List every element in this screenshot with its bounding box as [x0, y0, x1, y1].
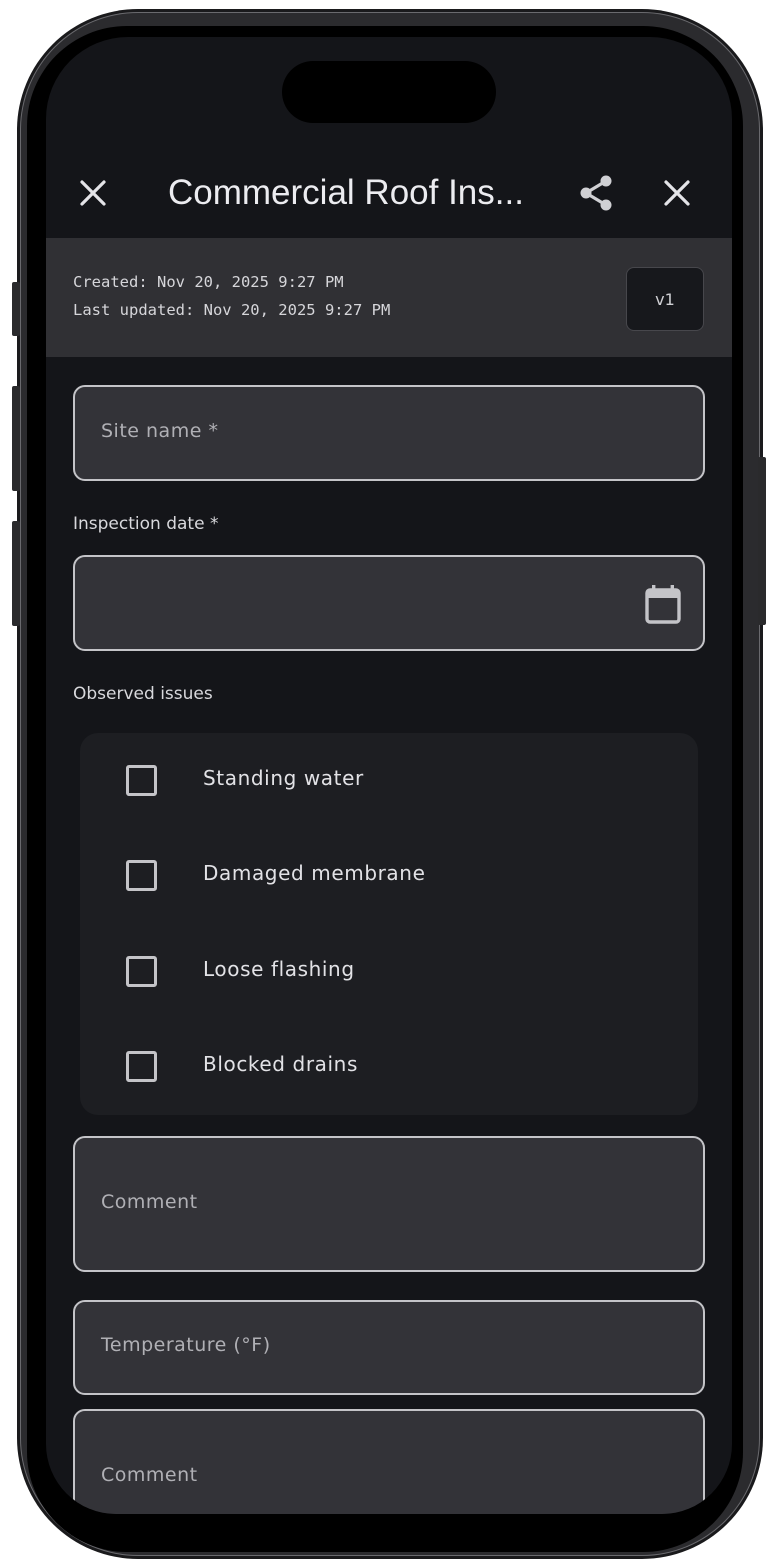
- close-right-button[interactable]: [653, 169, 701, 217]
- inspection-date-label: Inspection date *: [73, 514, 219, 534]
- issue-label: Standing water: [203, 766, 364, 790]
- issue-label: Loose flashing: [203, 957, 355, 981]
- checkbox[interactable]: [126, 765, 157, 796]
- close-icon: [664, 180, 690, 206]
- issue-loose-flashing[interactable]: Loose flashing: [80, 924, 698, 1019]
- page-title: Commercial Roof Ins...: [168, 173, 524, 212]
- site-name-field[interactable]: Site name *: [73, 385, 705, 481]
- calendar-icon[interactable]: [645, 584, 681, 624]
- app-header: Commercial Roof Ins...: [46, 147, 732, 237]
- issue-blocked-drains[interactable]: Blocked drains: [80, 1019, 698, 1114]
- issue-standing-water[interactable]: Standing water: [80, 733, 698, 828]
- comment-placeholder: Comment: [101, 1191, 198, 1213]
- updated-timestamp: Last updated: Nov 20, 2025 9:27 PM: [73, 301, 391, 319]
- power-button: [758, 457, 766, 625]
- observed-issues-label: Observed issues: [73, 684, 213, 704]
- share-button[interactable]: [572, 169, 620, 217]
- close-left-button[interactable]: [69, 169, 117, 217]
- close-icon: [80, 180, 106, 206]
- observed-issues-list: Standing water Damaged membrane Loose fl…: [80, 733, 698, 1115]
- share-icon: [580, 175, 612, 211]
- temperature-field[interactable]: Temperature (°F): [73, 1300, 705, 1395]
- site-name-placeholder: Site name *: [101, 420, 219, 442]
- comment-field-2[interactable]: Comment: [73, 1409, 705, 1514]
- issue-label: Damaged membrane: [203, 861, 426, 885]
- inspection-date-field[interactable]: [73, 555, 705, 651]
- version-badge[interactable]: v1: [626, 267, 704, 331]
- created-timestamp: Created: Nov 20, 2025 9:27 PM: [73, 273, 344, 291]
- comment-placeholder-2: Comment: [101, 1464, 198, 1486]
- comment-field[interactable]: Comment: [73, 1136, 705, 1272]
- dynamic-island: [282, 61, 496, 123]
- volume-down-button: [12, 521, 20, 626]
- action-button: [12, 282, 20, 336]
- checkbox[interactable]: [126, 956, 157, 987]
- issue-label: Blocked drains: [203, 1052, 358, 1076]
- checkbox[interactable]: [126, 1051, 157, 1082]
- volume-up-button: [12, 386, 20, 491]
- document-meta: Created: Nov 20, 2025 9:27 PM Last updat…: [46, 238, 732, 357]
- temperature-placeholder: Temperature (°F): [101, 1334, 271, 1356]
- screen: Commercial Roof Ins... Created: Nov 20, …: [46, 37, 732, 1514]
- issue-damaged-membrane[interactable]: Damaged membrane: [80, 828, 698, 923]
- checkbox[interactable]: [126, 860, 157, 891]
